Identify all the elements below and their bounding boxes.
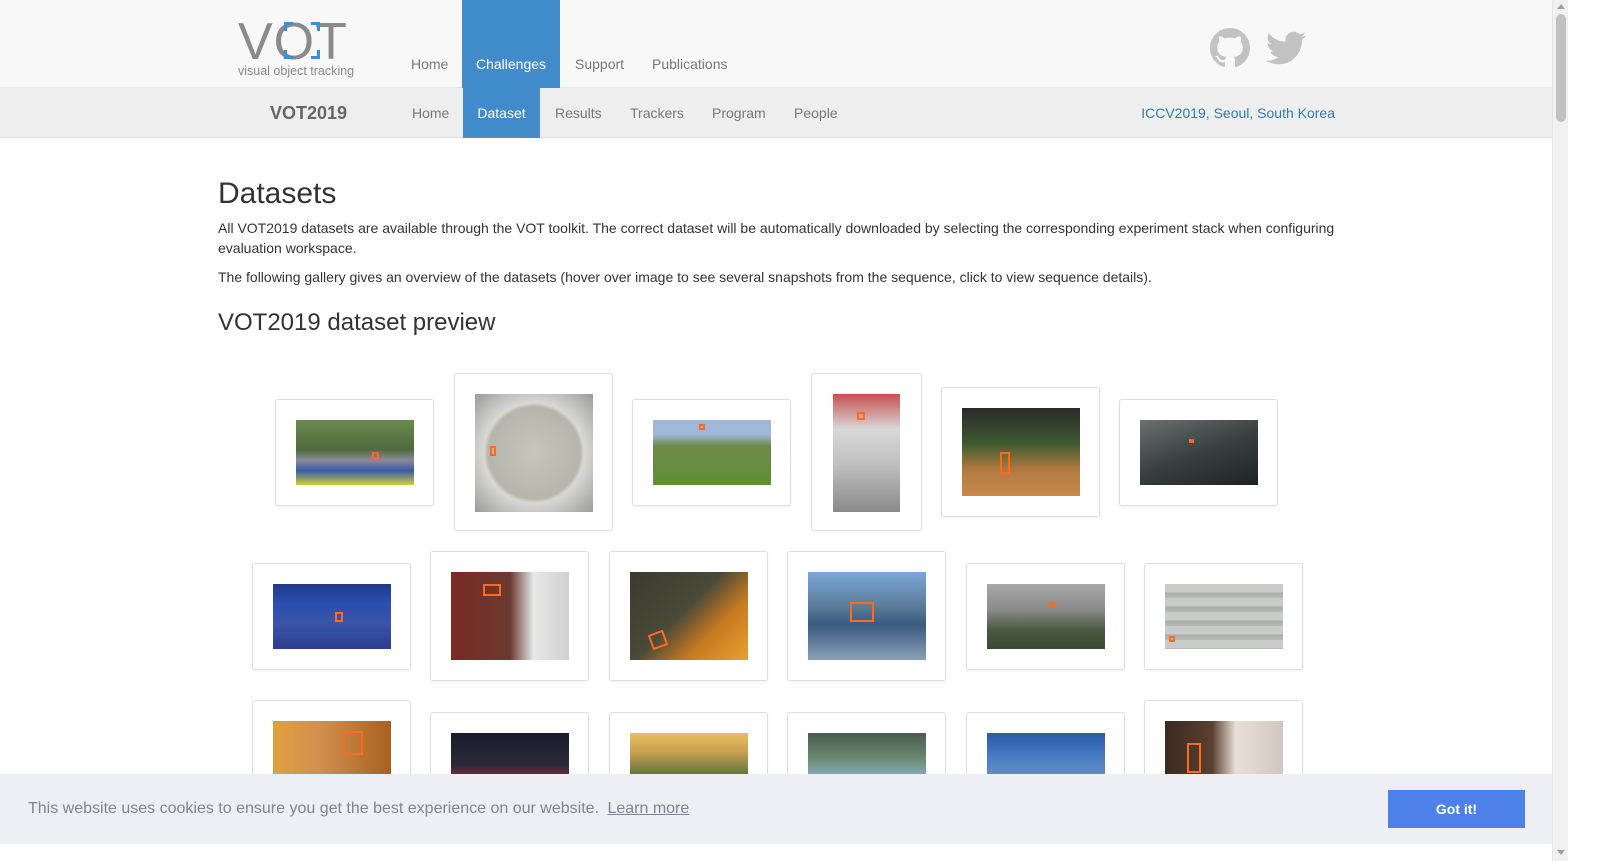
cookie-text: This website uses cookies to ensure you … bbox=[28, 800, 599, 817]
sequence-thumbnail[interactable] bbox=[787, 551, 946, 681]
event-link[interactable]: ICCV2019, Seoul, South Korea bbox=[1141, 88, 1335, 138]
subnav-trackers[interactable]: Trackers bbox=[615, 88, 699, 138]
subnav-dataset[interactable]: Dataset bbox=[463, 88, 540, 138]
twitter-icon[interactable] bbox=[1266, 28, 1306, 68]
target-box bbox=[1000, 452, 1010, 474]
target-box bbox=[1049, 602, 1055, 608]
scroll-down-icon[interactable] bbox=[1557, 850, 1565, 855]
target-box bbox=[699, 424, 705, 430]
sequence-image bbox=[451, 572, 569, 660]
page-scrollbar[interactable] bbox=[1552, 0, 1568, 861]
target-box bbox=[490, 446, 496, 456]
sub-navbar: VOT2019 Home Dataset Results Trackers Pr… bbox=[0, 88, 1552, 138]
sequence-image bbox=[273, 584, 391, 649]
intro-paragraph: All VOT2019 datasets are available throu… bbox=[218, 220, 1335, 256]
sequence-thumbnail[interactable] bbox=[275, 399, 434, 506]
subnav-results[interactable]: Results bbox=[540, 88, 617, 138]
target-box bbox=[335, 612, 343, 622]
sequence-thumbnail[interactable] bbox=[941, 387, 1100, 517]
page-title: Datasets bbox=[218, 177, 337, 210]
target-box bbox=[1187, 743, 1201, 773]
sequence-thumbnail[interactable] bbox=[252, 563, 411, 670]
scrollbar-thumb[interactable] bbox=[1556, 14, 1566, 122]
target-box bbox=[647, 629, 669, 651]
sequence-image bbox=[653, 420, 771, 485]
subnav-people[interactable]: People bbox=[779, 88, 853, 138]
gallery-title: VOT2019 dataset preview bbox=[218, 309, 496, 336]
target-box bbox=[372, 452, 379, 459]
learn-more-link[interactable]: Learn more bbox=[607, 800, 689, 817]
subnav-home[interactable]: Home bbox=[397, 88, 464, 138]
sequence-thumbnail[interactable] bbox=[454, 373, 613, 531]
nav-home[interactable]: Home bbox=[396, 0, 463, 88]
sequence-image bbox=[808, 572, 926, 660]
sequence-thumbnail[interactable] bbox=[966, 563, 1125, 670]
logo-bracket-icon bbox=[284, 22, 293, 31]
sequence-image bbox=[962, 408, 1080, 496]
scroll-up-icon[interactable] bbox=[1557, 4, 1565, 9]
sequence-image bbox=[630, 572, 748, 660]
sequence-thumbnail[interactable] bbox=[1144, 563, 1303, 670]
target-box bbox=[1189, 439, 1194, 443]
sequence-image bbox=[833, 394, 900, 512]
sequence-image bbox=[1140, 420, 1258, 485]
sequence-thumbnail[interactable] bbox=[811, 373, 922, 531]
top-navbar: VOT visual object tracking Home Challeng… bbox=[0, 0, 1552, 88]
sequence-thumbnail[interactable] bbox=[609, 551, 768, 681]
sequence-image bbox=[475, 394, 593, 512]
nav-support[interactable]: Support bbox=[560, 0, 639, 88]
logo-bracket-icon bbox=[311, 22, 320, 31]
sequence-thumbnail[interactable] bbox=[1119, 399, 1278, 506]
target-box bbox=[343, 731, 363, 755]
target-box bbox=[1169, 636, 1175, 642]
target-box bbox=[483, 584, 501, 596]
target-box bbox=[857, 412, 865, 420]
subnav-program[interactable]: Program bbox=[697, 88, 781, 138]
sequence-image bbox=[1165, 584, 1283, 649]
target-box bbox=[850, 602, 874, 622]
logo-bracket-icon bbox=[284, 50, 293, 59]
sequence-image bbox=[296, 420, 414, 485]
accept-cookies-button[interactable]: Got it! bbox=[1388, 790, 1525, 828]
cookie-message: This website uses cookies to ensure you … bbox=[28, 774, 689, 844]
main-content: Datasets All VOT2019 datasets are availa… bbox=[218, 170, 1338, 339]
nav-challenges[interactable]: Challenges bbox=[462, 0, 560, 88]
sequence-image bbox=[987, 584, 1105, 649]
cookie-banner: This website uses cookies to ensure you … bbox=[0, 774, 1552, 844]
challenge-title[interactable]: VOT2019 bbox=[270, 88, 347, 138]
gallery-description: The following gallery gives an overview … bbox=[218, 269, 1152, 285]
github-icon[interactable] bbox=[1210, 28, 1250, 68]
logo-subtitle: visual object tracking bbox=[238, 64, 355, 78]
logo-bracket-icon bbox=[311, 50, 320, 59]
sequence-thumbnail[interactable] bbox=[632, 399, 791, 506]
vot-logo[interactable]: VOT visual object tracking bbox=[238, 16, 368, 82]
sequence-thumbnail[interactable] bbox=[430, 551, 589, 681]
nav-publications[interactable]: Publications bbox=[637, 0, 743, 88]
